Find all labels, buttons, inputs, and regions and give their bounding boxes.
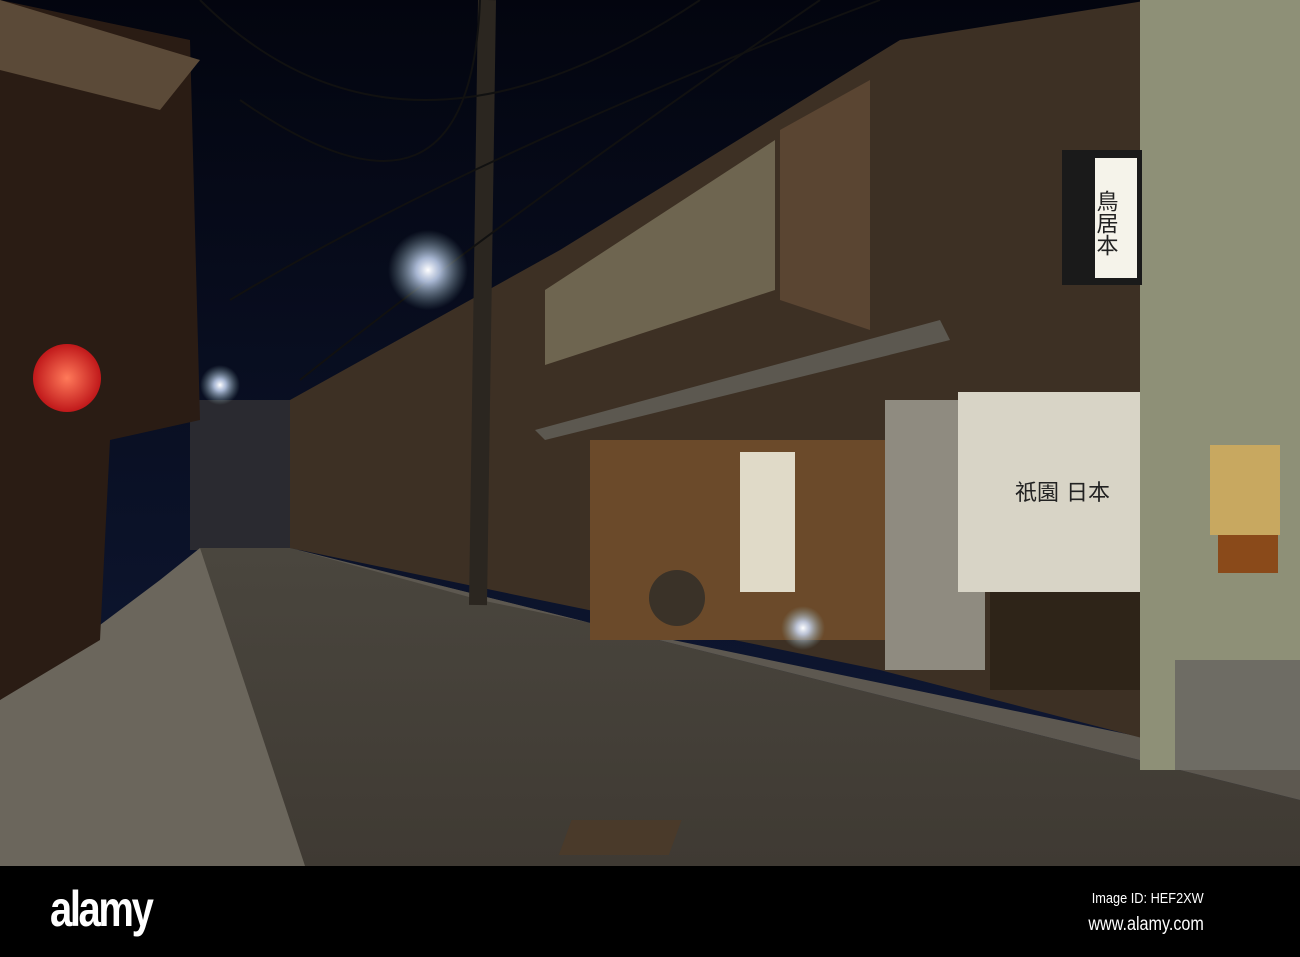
street-lamp-glow: [388, 230, 468, 310]
photo-page: 祇園 日本 鳥居本 alamy Image ID: HEF2XW www.ala…: [0, 0, 1300, 957]
image-id: Image ID: HEF2XW: [1092, 890, 1204, 907]
alamy-logo: alamy: [50, 881, 154, 937]
distant-buildings: [190, 400, 300, 550]
website-link: www.alamy.com: [1088, 914, 1204, 935]
sign-text: 鳥居本: [1093, 190, 1119, 256]
entrance-door: [990, 580, 1140, 690]
plaster-building: [1140, 0, 1300, 770]
lantern-glow-small: [781, 606, 825, 650]
menu-board: [1210, 445, 1280, 535]
plaster-base: [1175, 660, 1300, 770]
utility-pole: [469, 0, 496, 606]
menu-sign-small: [1218, 535, 1278, 573]
street-lamp-far: [200, 365, 240, 405]
street-photo: 祇園 日本 鳥居本: [0, 0, 1300, 866]
white-noren-left: [740, 452, 795, 592]
red-paper-lantern: [33, 344, 101, 412]
watermark-footer: alamy Image ID: HEF2XW www.alamy.com: [0, 866, 1300, 957]
noren-text: 祇園 日本: [1015, 481, 1110, 506]
plant-pot: [649, 570, 705, 626]
manhole-cover: [558, 820, 682, 855]
